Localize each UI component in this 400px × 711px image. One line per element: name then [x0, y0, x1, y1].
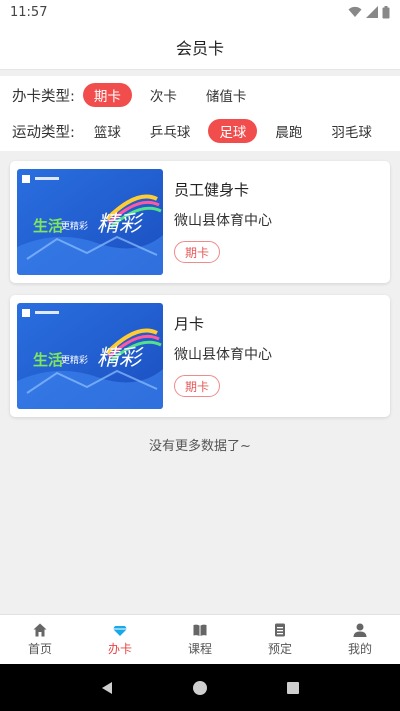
card-type-label: 办卡类型:	[12, 88, 75, 105]
wifi-icon	[348, 6, 362, 17]
tab-mine-label: 我的	[347, 642, 372, 656]
thumb-big-text: 精彩	[97, 346, 144, 371]
card-type-filter: 办卡类型: 期卡 次卡 储值卡	[12, 82, 264, 108]
thumb-slogan: 生活	[33, 351, 63, 369]
card-thumbnail: 生活 更精彩 精彩	[17, 303, 163, 409]
card-type-chip-stored-value[interactable]: 储值卡	[195, 83, 258, 107]
card-type-chip-count[interactable]: 次卡	[139, 83, 188, 107]
card-name: 月卡	[174, 315, 205, 333]
book-icon	[193, 624, 207, 636]
signal-icon	[366, 6, 378, 18]
recents-icon[interactable]	[285, 680, 301, 696]
card-thumbnail: 生活 更精彩 精彩	[17, 169, 163, 275]
clipboard-icon	[275, 623, 285, 637]
home-button-icon[interactable]	[192, 680, 208, 696]
bottom-tab-bar: 首页 办卡 课程 预定 我的	[0, 614, 400, 664]
header: 会员卡	[0, 24, 400, 70]
membership-card[interactable]: 生活 更精彩 精彩 月卡 微山县体育中心 期卡	[10, 295, 390, 417]
tab-mine[interactable]: 我的	[320, 615, 400, 664]
tab-card[interactable]: 办卡	[80, 615, 160, 664]
person-icon	[353, 623, 367, 637]
card-venue: 微山县体育中心	[174, 347, 272, 363]
card-type-chip-period[interactable]: 期卡	[82, 83, 132, 107]
status-bar: 11:57	[0, 0, 400, 24]
tab-booking[interactable]: 预定	[240, 615, 320, 664]
list-end-text: 没有更多数据了~	[149, 439, 251, 454]
filter-panel: 办卡类型: 期卡 次卡 储值卡 运动类型: 篮球 乒乓球 足球 晨跑 羽毛球	[0, 76, 400, 151]
thumb-slogan: 生活	[33, 217, 63, 235]
sport-chip-table-tennis[interactable]: 乒乓球	[139, 119, 202, 143]
tab-card-label: 办卡	[107, 642, 132, 656]
thumb-sub: 更精彩	[61, 354, 88, 366]
sport-type-label: 运动类型:	[12, 124, 75, 141]
sport-type-filter: 运动类型: 篮球 乒乓球 足球 晨跑 羽毛球	[12, 118, 400, 144]
sport-chip-badminton[interactable]: 羽毛球	[320, 119, 383, 143]
status-time: 11:57	[10, 4, 48, 20]
system-nav-bar	[0, 664, 400, 711]
tab-booking-label: 预定	[267, 642, 292, 656]
thumb-big-text: 精彩	[97, 212, 144, 237]
card-thumbnail-image: 生活 更精彩 精彩	[17, 303, 163, 409]
sport-chip-morning-run[interactable]: 晨跑	[264, 119, 313, 143]
membership-card[interactable]: 生活 更精彩 精彩 员工健身卡 微山县体育中心 期卡	[10, 161, 390, 283]
sport-chip-basketball[interactable]: 篮球	[83, 119, 132, 143]
tab-home[interactable]: 首页	[0, 615, 80, 664]
card-type-badge: 期卡	[174, 375, 221, 397]
tab-course[interactable]: 课程	[160, 615, 240, 664]
card-venue: 微山县体育中心	[174, 213, 272, 229]
sport-chip-football[interactable]: 足球	[208, 119, 258, 143]
back-icon[interactable]	[99, 680, 115, 696]
card-thumbnail-image: 生活 更精彩 精彩	[17, 169, 163, 275]
status-icons	[348, 5, 390, 19]
thumb-sub: 更精彩	[61, 220, 88, 232]
tab-course-label: 课程	[187, 642, 212, 656]
diamond-icon	[113, 626, 127, 636]
home-icon	[33, 623, 47, 637]
card-type-badge: 期卡	[174, 241, 221, 263]
battery-icon	[382, 5, 390, 18]
tab-home-label: 首页	[27, 642, 52, 656]
page-title: 会员卡	[175, 38, 224, 58]
card-name: 员工健身卡	[174, 181, 250, 199]
